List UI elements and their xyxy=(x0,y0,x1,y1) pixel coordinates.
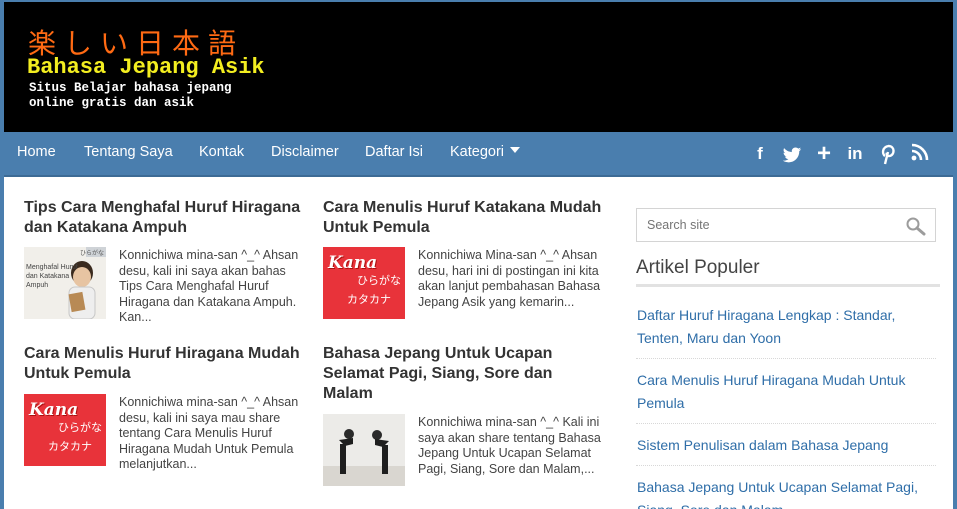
popular-post-link[interactable]: Bahasa Jepang Untuk Ucapan Selamat Pagi,… xyxy=(636,466,936,509)
nav-item-tentang-saya[interactable]: Tentang Saya xyxy=(84,144,173,160)
popular-posts-title: Artikel Populer xyxy=(636,257,760,278)
search-box xyxy=(636,208,936,242)
post-snippet: Konnichiwa mina-san ^_^ Kali ini saya ak… xyxy=(418,415,601,476)
google-plus-icon[interactable]: + xyxy=(813,142,835,166)
search-icon[interactable] xyxy=(905,216,927,236)
nav-item-disclaimer[interactable]: Disclaimer xyxy=(271,144,339,160)
popular-post-link[interactable]: Cara Menulis Huruf Hiragana Mudah Untuk … xyxy=(636,359,936,424)
post-snippet: Konnichiwa mina-san ^_^ Ahsan desu, kali… xyxy=(119,395,299,471)
thumb-kana-label: Kana xyxy=(328,253,378,273)
post-title-link[interactable]: Bahasa Jepang Untuk Ucapan Selamat Pagi,… xyxy=(323,344,603,404)
popular-posts-list: Daftar Huruf Hiragana Lengkap : Standar,… xyxy=(636,294,936,509)
popular-post-link[interactable]: Daftar Huruf Hiragana Lengkap : Standar,… xyxy=(636,294,936,359)
main-navigation: Home Tentang Saya Kontak Disclaimer Daft… xyxy=(4,132,953,177)
thumb-corner-text: ひらがな xyxy=(79,251,104,257)
thumb-katakana-text: カタカナ xyxy=(48,440,92,453)
post-thumbnail-bowing[interactable] xyxy=(323,414,405,486)
post-title-link[interactable]: Cara Menulis Huruf Katakana Mudah Untuk … xyxy=(323,198,603,238)
linkedin-icon[interactable]: in xyxy=(844,143,866,165)
site-header: 楽しい日本語 Bahasa Jepang Asik Situs Belajar … xyxy=(4,0,953,132)
post-card: Cara Menulis Huruf Katakana Mudah Untuk … xyxy=(323,198,603,319)
thumb-katakana-text: カタカナ xyxy=(347,293,391,306)
thumb-hiragana-text: ひらがな xyxy=(357,274,401,287)
blog-page: 楽しい日本語 Bahasa Jepang Asik Situs Belajar … xyxy=(0,0,957,509)
pinterest-icon[interactable] xyxy=(877,143,899,165)
nav-item-kategori[interactable]: Kategori xyxy=(450,144,521,160)
nav-item-daftar-isi[interactable]: Daftar Isi xyxy=(365,144,423,160)
post-card: Cara Menulis Huruf Hiragana Mudah Untuk … xyxy=(24,344,304,471)
facebook-icon[interactable]: f xyxy=(749,143,771,165)
thumb-caption-line1: Menghafal Huruf xyxy=(26,264,78,271)
site-title[interactable]: Bahasa Jepang Asik xyxy=(27,55,265,80)
rss-icon[interactable] xyxy=(909,143,931,165)
nav-item-kontak[interactable]: Kontak xyxy=(199,144,244,160)
site-description: Situs Belajar bahasa jepang online grati… xyxy=(29,81,232,110)
post-card: Bahasa Jepang Untuk Ucapan Selamat Pagi,… xyxy=(323,344,603,486)
post-thumbnail-kana[interactable]: Kana ひらがな カタカナ xyxy=(323,247,405,319)
thumb-hiragana-text: ひらがな xyxy=(58,421,102,434)
popular-post-link[interactable]: Sistem Penulisan dalam Bahasa Jepang xyxy=(636,424,936,466)
search-input[interactable] xyxy=(637,209,887,241)
post-title-link[interactable]: Cara Menulis Huruf Hiragana Mudah Untuk … xyxy=(24,344,304,384)
post-snippet: Konnichiwa Mina-san ^_^ Ahsan desu, hari… xyxy=(418,248,601,309)
post-thumbnail-boy-reading[interactable]: Menghafal Huruf dan Katakana Ampuh ひらがな xyxy=(24,247,106,319)
nav-item-home[interactable]: Home xyxy=(17,144,56,160)
post-snippet: Konnichiwa mina-san ^_^ Ahsan desu, kali… xyxy=(119,248,299,324)
thumb-caption-line2: dan Katakana Ampuh xyxy=(26,273,70,289)
main-content: Tips Cara Menghafal Huruf Hiragana dan K… xyxy=(4,177,953,509)
widget-divider xyxy=(636,284,940,287)
twitter-icon[interactable] xyxy=(781,143,803,165)
thumb-caption: Menghafal Huruf dan Katakana Ampuh xyxy=(26,263,78,290)
post-card: Tips Cara Menghafal Huruf Hiragana dan K… xyxy=(24,198,304,324)
nav-item-kategori-label: Kategori xyxy=(450,144,505,160)
post-thumbnail-kana[interactable]: Kana ひらがな カタカナ xyxy=(24,394,106,466)
dropdown-caret-icon xyxy=(510,147,521,153)
thumb-kana-label: Kana xyxy=(29,400,79,420)
post-title-link[interactable]: Tips Cara Menghafal Huruf Hiragana dan K… xyxy=(24,198,304,238)
